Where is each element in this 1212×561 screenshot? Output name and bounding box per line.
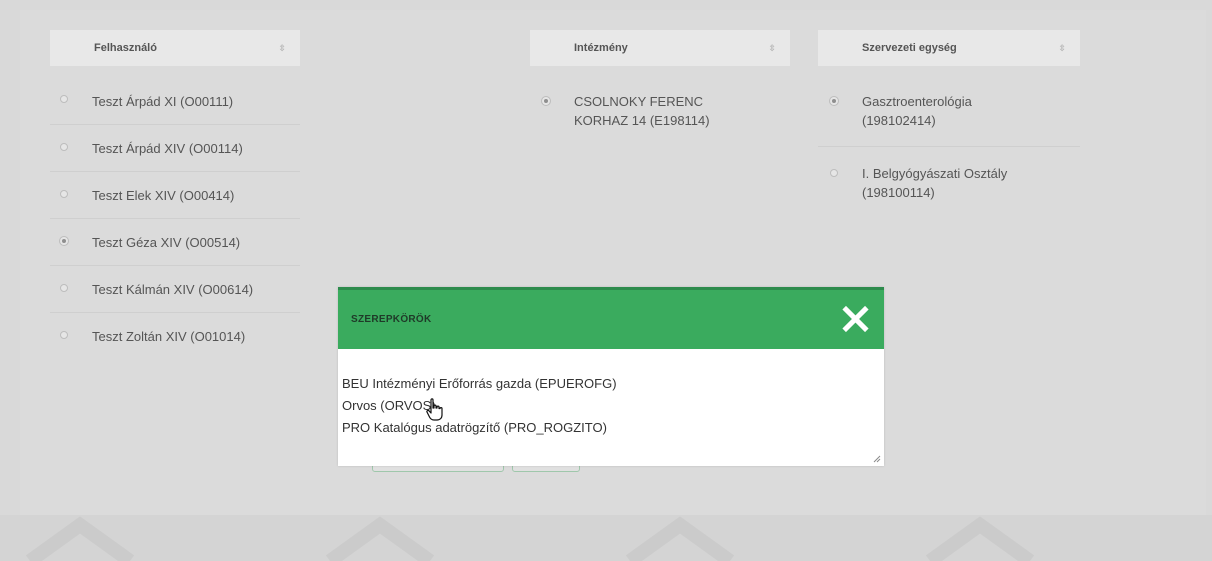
user-radio[interactable] xyxy=(60,95,68,103)
unit-row[interactable]: I. Belgyógyászati Osztály (198100114) xyxy=(818,147,1080,207)
user-label: Teszt Árpád XIV (O00114) xyxy=(92,141,243,156)
resize-handle-icon[interactable] xyxy=(873,455,881,463)
unit-label: Gasztroenterológia (198102414) xyxy=(862,94,972,128)
user-row[interactable]: Teszt Elek XIV (O00414) xyxy=(50,172,300,219)
role-item: Orvos (ORVOS) xyxy=(342,398,436,413)
unit-radio[interactable] xyxy=(830,169,838,177)
institution-column-header[interactable]: Intézmény ⇳ xyxy=(530,30,790,66)
watermark-icon xyxy=(25,516,135,561)
user-row[interactable]: Teszt Géza XIV (O00514) xyxy=(50,219,300,266)
watermark-icon xyxy=(625,516,735,561)
modal-header: SZEREPKÖRÖK xyxy=(338,287,884,349)
role-item: BEU Intézményi Erőforrás gazda (EPUEROFG… xyxy=(342,376,617,391)
watermark-icon xyxy=(325,516,435,561)
roles-textarea[interactable]: BEU Intézményi Erőforrás gazda (EPUEROFG… xyxy=(338,349,884,466)
user-row[interactable]: Teszt Árpád XI (O00111) xyxy=(50,81,300,125)
user-radio-selected[interactable] xyxy=(59,236,69,246)
unit-row[interactable]: Gasztroenterológia (198102414) xyxy=(818,81,1080,147)
institution-label: CSOLNOKY FERENC KORHAZ 14 (E198114) xyxy=(574,94,710,128)
institution-column-title: Intézmény xyxy=(574,42,628,54)
role-item: PRO Katalógus adatrögzítő (PRO_ROGZITO) xyxy=(342,420,607,435)
roles-modal: SZEREPKÖRÖK BEU Intézményi Erőforrás gaz… xyxy=(338,287,884,466)
user-radio[interactable] xyxy=(60,284,68,292)
user-radio[interactable] xyxy=(60,331,68,339)
page: Felhasználó ⇳ Intézmény ⇳ Szervezeti egy… xyxy=(0,0,1212,561)
institution-radio-selected[interactable] xyxy=(541,96,551,106)
user-row[interactable]: Teszt Zoltán XIV (O01014) xyxy=(50,313,300,360)
user-radio[interactable] xyxy=(60,190,68,198)
close-icon[interactable] xyxy=(840,304,870,334)
user-label: Teszt Árpád XI (O00111) xyxy=(92,94,234,109)
footer-watermark xyxy=(0,515,1212,561)
user-label: Teszt Elek XIV (O00414) xyxy=(92,188,235,203)
unit-column-title: Szervezeti egység xyxy=(862,42,957,54)
hand-cursor-icon xyxy=(426,398,443,421)
user-label: Teszt Zoltán XIV (O01014) xyxy=(92,329,246,344)
institution-row[interactable]: CSOLNOKY FERENC KORHAZ 14 (E198114) xyxy=(530,81,790,141)
sort-icon[interactable]: ⇳ xyxy=(768,30,776,66)
user-row[interactable]: Teszt Kálmán XIV (O00614) xyxy=(50,266,300,313)
watermark-icon xyxy=(925,516,1035,561)
unit-label: I. Belgyógyászati Osztály (198100114) xyxy=(862,166,1008,200)
user-label: Teszt Kálmán XIV (O00614) xyxy=(92,282,254,297)
user-row[interactable]: Teszt Árpád XIV (O00114) xyxy=(50,125,300,172)
sort-icon[interactable]: ⇳ xyxy=(1058,30,1066,66)
unit-radio-selected[interactable] xyxy=(829,96,839,106)
user-radio[interactable] xyxy=(60,143,68,151)
modal-title: SZEREPKÖRÖK xyxy=(351,314,432,325)
unit-column-header[interactable]: Szervezeti egység ⇳ xyxy=(818,30,1080,66)
user-label: Teszt Géza XIV (O00514) xyxy=(92,235,241,250)
user-column-header[interactable]: Felhasználó ⇳ xyxy=(50,30,300,66)
sort-icon[interactable]: ⇳ xyxy=(278,30,286,66)
user-column-title: Felhasználó xyxy=(94,42,157,54)
